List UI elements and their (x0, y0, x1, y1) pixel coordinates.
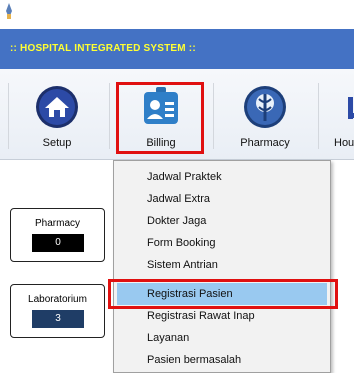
pharmacy-card[interactable]: Pharmacy 0 (10, 208, 105, 262)
toolbar-separator (8, 83, 9, 149)
pharmacy-card-value: 0 (32, 234, 84, 252)
menu-item-dokter-jaga[interactable]: Dokter Jaga (117, 210, 327, 232)
menu-item-pasien-bermasalah[interactable]: Pasien bermasalah (117, 349, 327, 371)
billing-dropdown-menu: Jadwal Praktek Jadwal Extra Dokter Jaga … (113, 160, 331, 373)
pen-icon (6, 3, 12, 19)
partial-icon (348, 97, 354, 119)
menu-item-form-booking[interactable]: Form Booking (117, 232, 327, 254)
menu-item-jadwal-praktek[interactable]: Jadwal Praktek (117, 166, 327, 188)
menu-item-layanan[interactable]: Layanan (117, 327, 327, 349)
menu-item-sistem-antrian[interactable]: Sistem Antrian (117, 254, 327, 276)
pharmacy-card-title: Pharmacy (34, 218, 80, 229)
toolbar-separator (109, 83, 110, 149)
app-title: :: HOSPITAL INTEGRATED SYSTEM :: (10, 43, 196, 54)
toolbar-pharmacy-button[interactable]: Pharmacy (228, 69, 302, 159)
laboratorium-card-title: Laboratorium (28, 294, 87, 305)
toolbar-housekeeping-label: Hou (334, 137, 354, 149)
toolbar-separator (318, 83, 319, 149)
toolbar-setup-button[interactable]: Setup (22, 69, 92, 159)
home-icon (36, 86, 78, 128)
toolbar-pharmacy-label: Pharmacy (240, 137, 290, 149)
toolbar-separator (213, 83, 214, 149)
laboratorium-card-value: 3 (32, 310, 84, 328)
caduceus-icon (244, 86, 286, 128)
menu-item-jadwal-extra[interactable]: Jadwal Extra (117, 188, 327, 210)
toolbar-housekeeping-button[interactable]: Hou (330, 69, 354, 159)
billing-highlight-box (116, 82, 204, 154)
registrasi-highlight-box (108, 279, 338, 309)
laboratorium-card[interactable]: Laboratorium 3 (10, 284, 105, 338)
toolbar-setup-label: Setup (42, 137, 72, 149)
app-banner: :: HOSPITAL INTEGRATED SYSTEM :: (0, 29, 354, 69)
window-titlebar (0, 0, 354, 27)
